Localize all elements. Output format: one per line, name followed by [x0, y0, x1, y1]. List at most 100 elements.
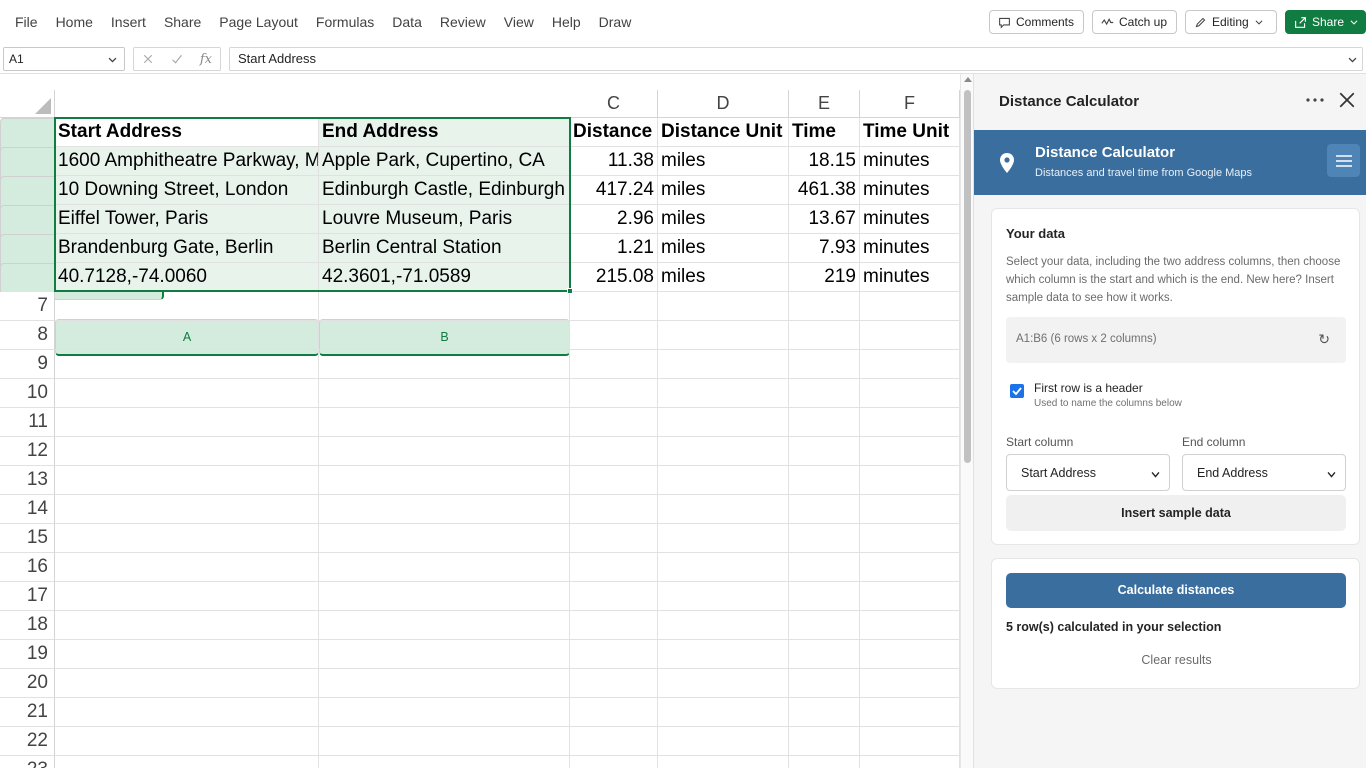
cell-d15[interactable]	[658, 524, 789, 553]
tab-file[interactable]: File	[6, 0, 47, 44]
cell-f11[interactable]	[860, 408, 960, 437]
cell-d19[interactable]	[658, 640, 789, 669]
tab-review[interactable]: Review	[431, 0, 495, 44]
cell-d17[interactable]	[658, 582, 789, 611]
spreadsheet-grid[interactable]: ABCDEF1Start AddressEnd AddressDistanceD…	[0, 74, 960, 768]
tab-draw[interactable]: Draw	[590, 0, 641, 44]
cell-f16[interactable]	[860, 553, 960, 582]
more-options-icon[interactable]	[1304, 89, 1326, 111]
cell-b12[interactable]	[319, 437, 570, 466]
insert-function-icon[interactable]: fx	[200, 52, 212, 67]
select-all-corner[interactable]	[0, 90, 55, 118]
cell-a20[interactable]	[55, 669, 319, 698]
cell-f15[interactable]	[860, 524, 960, 553]
cell-d21[interactable]	[658, 698, 789, 727]
cell-f23[interactable]	[860, 756, 960, 768]
cell-c10[interactable]	[570, 379, 658, 408]
check-icon[interactable]	[170, 53, 184, 65]
column-header-e[interactable]: E	[789, 90, 860, 118]
cell-b19[interactable]	[319, 640, 570, 669]
hamburger-menu-icon[interactable]	[1327, 144, 1360, 177]
cell-c7[interactable]	[570, 292, 658, 321]
cell-e18[interactable]	[789, 611, 860, 640]
vertical-scrollbar[interactable]	[960, 74, 973, 768]
tab-page-layout[interactable]: Page Layout	[210, 0, 307, 44]
column-header-f[interactable]: F	[860, 90, 960, 118]
row-header-21[interactable]: 21	[0, 698, 55, 727]
cell-b2[interactable]: Apple Park, Cupertino, CA	[319, 147, 570, 176]
cell-b18[interactable]	[319, 611, 570, 640]
cell-b23[interactable]	[319, 756, 570, 768]
cell-b4[interactable]: Louvre Museum, Paris	[319, 205, 570, 234]
cell-a11[interactable]	[55, 408, 319, 437]
cell-f19[interactable]	[860, 640, 960, 669]
cell-b21[interactable]	[319, 698, 570, 727]
cell-f17[interactable]	[860, 582, 960, 611]
cell-a12[interactable]	[55, 437, 319, 466]
cell-a22[interactable]	[55, 727, 319, 756]
cell-a23[interactable]	[55, 756, 319, 768]
cell-f9[interactable]	[860, 350, 960, 379]
cell-b16[interactable]	[319, 553, 570, 582]
row-header-9[interactable]: 9	[0, 350, 55, 379]
catch-up-button[interactable]: Catch up	[1092, 10, 1177, 34]
cell-e14[interactable]	[789, 495, 860, 524]
cell-a8[interactable]	[55, 321, 319, 350]
cell-f5[interactable]: minutes	[860, 234, 960, 263]
share-button[interactable]: Share	[1285, 10, 1366, 34]
cell-e19[interactable]	[789, 640, 860, 669]
end-column-select[interactable]: End Address	[1182, 454, 1346, 491]
cell-b9[interactable]	[319, 350, 570, 379]
cell-e1[interactable]: Time	[789, 118, 860, 147]
cell-d13[interactable]	[658, 466, 789, 495]
cell-c23[interactable]	[570, 756, 658, 768]
cell-e12[interactable]	[789, 437, 860, 466]
row-header-7[interactable]: 7	[0, 292, 55, 321]
cell-b20[interactable]	[319, 669, 570, 698]
cell-c6[interactable]: 215.08	[570, 263, 658, 292]
cell-b15[interactable]	[319, 524, 570, 553]
cell-f4[interactable]: minutes	[860, 205, 960, 234]
cell-e4[interactable]: 13.67	[789, 205, 860, 234]
row-header-17[interactable]: 17	[0, 582, 55, 611]
cell-c20[interactable]	[570, 669, 658, 698]
cell-c2[interactable]: 11.38	[570, 147, 658, 176]
cell-e10[interactable]	[789, 379, 860, 408]
clear-results-link[interactable]: Clear results	[992, 653, 1361, 667]
start-column-select[interactable]: Start Address	[1006, 454, 1170, 491]
cell-f10[interactable]	[860, 379, 960, 408]
tab-insert[interactable]: Insert	[102, 0, 155, 44]
cell-c12[interactable]	[570, 437, 658, 466]
cell-e11[interactable]	[789, 408, 860, 437]
tab-view[interactable]: View	[495, 0, 543, 44]
cell-a9[interactable]	[55, 350, 319, 379]
cell-f7[interactable]	[860, 292, 960, 321]
cell-c9[interactable]	[570, 350, 658, 379]
tab-formulas[interactable]: Formulas	[307, 0, 383, 44]
cell-c21[interactable]	[570, 698, 658, 727]
cell-a4[interactable]: Eiffel Tower, Paris	[55, 205, 319, 234]
cell-a18[interactable]	[55, 611, 319, 640]
cell-e22[interactable]	[789, 727, 860, 756]
scroll-up-icon[interactable]	[964, 77, 972, 82]
cell-e9[interactable]	[789, 350, 860, 379]
cell-d23[interactable]	[658, 756, 789, 768]
editing-mode-button[interactable]: Editing	[1185, 10, 1277, 34]
cell-f14[interactable]	[860, 495, 960, 524]
row-header-8[interactable]: 8	[0, 321, 55, 350]
cell-e7[interactable]	[789, 292, 860, 321]
cell-c19[interactable]	[570, 640, 658, 669]
cell-e17[interactable]	[789, 582, 860, 611]
cell-b14[interactable]	[319, 495, 570, 524]
cell-d14[interactable]	[658, 495, 789, 524]
fill-handle[interactable]	[567, 288, 573, 294]
cell-f13[interactable]	[860, 466, 960, 495]
cell-f2[interactable]: minutes	[860, 147, 960, 176]
cell-b3[interactable]: Edinburgh Castle, Edinburgh	[319, 176, 570, 205]
formula-input[interactable]: Start Address	[229, 47, 1363, 71]
cell-c18[interactable]	[570, 611, 658, 640]
row-header-20[interactable]: 20	[0, 669, 55, 698]
header-row-checkbox[interactable]	[1010, 384, 1024, 398]
cell-e3[interactable]: 461.38	[789, 176, 860, 205]
cell-c22[interactable]	[570, 727, 658, 756]
